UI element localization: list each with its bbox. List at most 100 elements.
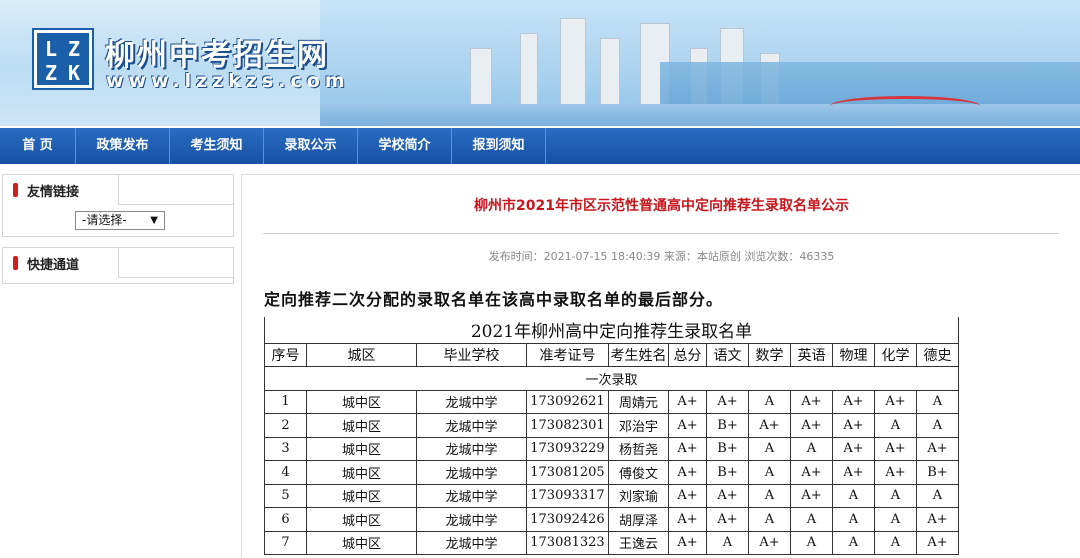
- table-cell: A+: [748, 413, 791, 438]
- table-cell: A+: [874, 389, 917, 414]
- table-cell: A+: [916, 530, 959, 555]
- table-row: 5 城中区 龙城中学 173093317 刘家瑜 A+ A+ A A+ A A A: [264, 483, 959, 508]
- table-cell: A+: [668, 460, 707, 485]
- table-cell: 龙城中学: [416, 530, 527, 555]
- col-header: 语文: [706, 342, 749, 367]
- logo-letter: K: [68, 61, 81, 85]
- table-cell: A+: [668, 436, 707, 461]
- article-meta: 发布时间：2021-07-15 18:40:39 来源：本站原创 浏览次数：46…: [488, 250, 835, 263]
- table-row: 3 城中区 龙城中学 173093229 杨哲尧 A+ B+ A A A+ A+ A+: [264, 436, 959, 461]
- table-cell: A+: [668, 483, 707, 508]
- table-cell: B+: [706, 413, 749, 438]
- table-cell: A+: [790, 460, 833, 485]
- friendly-links-header: 友情链接: [3, 175, 233, 205]
- table-row: 2 城中区 龙城中学 173082301 邓治宇 A+ B+ A+ A+ A+ A A: [264, 413, 959, 438]
- friendly-links-box: 友情链接 -请选择- ▼: [2, 174, 234, 237]
- table-cell: 173082301: [526, 413, 609, 438]
- table-cell: A: [706, 530, 749, 555]
- table-section-row: 一次录取: [264, 366, 959, 391]
- table-cell: 城中区: [306, 530, 417, 555]
- article-intro: 定向推荐二次分配的录取名单在该高中录取名单的最后部分。: [264, 290, 724, 309]
- table-cell: A+: [748, 530, 791, 555]
- table-cell: 刘家瑜: [608, 483, 669, 508]
- table-cell: A+: [790, 389, 833, 414]
- table-cell: A: [748, 436, 791, 461]
- title-divider: [263, 233, 1059, 234]
- logo-letter: Z: [68, 37, 81, 61]
- table-cell: A: [832, 483, 875, 508]
- table-cell: A+: [874, 436, 917, 461]
- banner-building: [520, 33, 538, 108]
- dropdown-arrow-icon: ▼: [150, 215, 158, 226]
- col-header: 毕业学校: [416, 342, 527, 367]
- quick-channel-title: 快捷通道: [27, 258, 80, 273]
- col-header: 德史: [916, 342, 959, 367]
- col-header: 物理: [832, 342, 875, 367]
- nav-item-admission-list[interactable]: 录取公示: [264, 128, 358, 164]
- table-cell: 2: [264, 413, 307, 438]
- nav-item-candidate-notice[interactable]: 考生须知: [170, 128, 264, 164]
- table-row: 6 城中区 龙城中学 173092426 胡厚泽 A+ A+ A A A A A+: [264, 507, 959, 532]
- table-cell: 173092426: [526, 507, 609, 532]
- col-header: 化学: [874, 342, 917, 367]
- col-header: 总分: [668, 342, 707, 367]
- table-cell: 龙城中学: [416, 389, 527, 414]
- table-cell: A+: [916, 436, 959, 461]
- col-header: 英语: [790, 342, 833, 367]
- col-header: 准考证号: [526, 342, 609, 367]
- table-cell: 龙城中学: [416, 483, 527, 508]
- table-cell: 173093229: [526, 436, 609, 461]
- table-cell: A: [790, 436, 833, 461]
- table-cell: 杨哲尧: [608, 436, 669, 461]
- table-cell: A+: [668, 507, 707, 532]
- table-cell: 城中区: [306, 413, 417, 438]
- table-cell: A+: [832, 389, 875, 414]
- table-cell: A+: [790, 413, 833, 438]
- table-cell: 173093317: [526, 483, 609, 508]
- logo-letter: Z: [45, 61, 58, 85]
- nav-item-registration[interactable]: 报到须知: [452, 128, 546, 164]
- nav-item-home[interactable]: 首 页: [0, 128, 76, 164]
- table-cell: 3: [264, 436, 307, 461]
- table-cell: 城中区: [306, 507, 417, 532]
- quick-channel-box: 快捷通道: [2, 247, 234, 284]
- logo-letter: L: [45, 37, 58, 61]
- table-caption: 2021年柳州高中定向推荐生录取名单: [264, 317, 959, 344]
- table-cell: A: [832, 507, 875, 532]
- admission-table: 2021年柳州高中定向推荐生录取名单 序号 城区 毕业学校 准考证号 考生姓名 …: [264, 317, 959, 555]
- banner-building: [600, 38, 620, 108]
- table-cell: A+: [916, 507, 959, 532]
- table-cell: 龙城中学: [416, 413, 527, 438]
- table-cell: A: [874, 530, 917, 555]
- table-cell: A+: [790, 483, 833, 508]
- table-cell: A: [916, 413, 959, 438]
- banner-building: [560, 18, 586, 108]
- table-cell: B+: [916, 460, 959, 485]
- table-cell: A+: [874, 460, 917, 485]
- table-cell: 胡厚泽: [608, 507, 669, 532]
- table-cell: A+: [668, 389, 707, 414]
- article-panel: 柳州市2021年市区示范性普通高中定向推荐生录取名单公示 发布时间：2021-0…: [241, 174, 1080, 558]
- site-logo[interactable]: L Z Z K: [32, 28, 94, 90]
- table-cell: 173092621: [526, 389, 609, 414]
- table-cell: A: [748, 389, 791, 414]
- table-cell: 龙城中学: [416, 460, 527, 485]
- table-cell: 173081323: [526, 530, 609, 555]
- friendly-links-select[interactable]: -请选择- ▼: [75, 211, 165, 230]
- nav-item-policy[interactable]: 政策发布: [76, 128, 170, 164]
- table-cell: 城中区: [306, 389, 417, 414]
- col-header: 考生姓名: [608, 342, 669, 367]
- red-bar-icon: [13, 256, 18, 270]
- article-title: 柳州市2021年市区示范性普通高中定向推荐生录取名单公示: [474, 198, 849, 214]
- site-title: 柳州中考招生网: [105, 38, 329, 73]
- site-url: www.lzzkzs.com: [106, 70, 350, 92]
- table-cell: 城中区: [306, 483, 417, 508]
- section-label: 一次录取: [264, 366, 959, 391]
- table-cell: 龙城中学: [416, 507, 527, 532]
- table-cell: 7: [264, 530, 307, 555]
- table-cell: A+: [832, 436, 875, 461]
- nav-item-school-intro[interactable]: 学校简介: [358, 128, 452, 164]
- table-cell: 城中区: [306, 460, 417, 485]
- table-cell: 4: [264, 460, 307, 485]
- col-header: 序号: [264, 342, 307, 367]
